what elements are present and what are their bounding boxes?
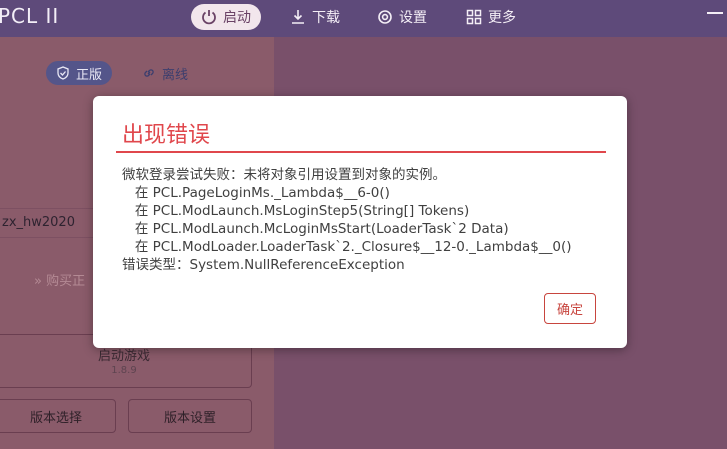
error-line: 在 PCL.ModLaunch.MsLoginStep5(String[] To…: [122, 203, 470, 219]
download-icon: [292, 10, 304, 24]
error-dialog: 出现错误 微软登录尝试失败：未将对象引用设置到对象的实例。 在 PCL.Page…: [93, 96, 627, 348]
link-icon: [144, 69, 154, 77]
nav-download-label: 下载: [312, 10, 340, 26]
error-line: 在 PCL.ModLoader.LoaderTask`2._Closure$__…: [122, 239, 572, 255]
title-bar: PCL II 启动 下载 设置 更多: [0, 0, 727, 37]
dialog-divider: [116, 151, 606, 153]
minimize-icon[interactable]: [707, 12, 723, 14]
tab-offline-label: 离线: [162, 67, 189, 83]
tab-genuine-label: 正版: [76, 67, 103, 83]
version-select-button[interactable]: 版本选择: [0, 399, 116, 433]
nav-more[interactable]: 更多: [456, 4, 526, 30]
error-line: 在 PCL.ModLaunch.McLoginMsStart(LoaderTas…: [122, 221, 509, 237]
error-line: 微软登录尝试失败：未将对象引用设置到对象的实例。: [122, 167, 446, 183]
tab-genuine[interactable]: 正版: [46, 61, 113, 85]
shield-icon: [57, 66, 69, 80]
error-line: 在 PCL.PageLoginMs._Lambda$__6-0(): [122, 185, 390, 201]
tab-offline[interactable]: 离线: [132, 61, 198, 85]
nav-launch-label: 启动: [223, 10, 251, 26]
error-line: 错误类型：System.NullReferenceException: [122, 257, 405, 273]
nav-launch[interactable]: 启动: [191, 4, 261, 30]
nav-settings-label: 设置: [399, 10, 427, 26]
power-icon: [202, 10, 216, 25]
version-settings-button[interactable]: 版本设置: [128, 399, 252, 433]
grid-icon: [466, 9, 482, 25]
app-title: PCL II: [0, 4, 60, 28]
settings-icon: [378, 10, 392, 24]
dialog-title: 出现错误: [122, 123, 211, 148]
error-message: 微软登录尝试失败：未将对象引用设置到对象的实例。 在 PCL.PageLogin…: [122, 166, 612, 274]
nav-more-label: 更多: [488, 10, 516, 26]
buy-genuine-link[interactable]: » 购买正: [34, 270, 85, 289]
ok-button[interactable]: 确定: [544, 293, 596, 324]
nav-settings[interactable]: 设置: [367, 4, 437, 30]
nav-download[interactable]: 下载: [280, 4, 350, 30]
launch-version: 1.8.9: [111, 365, 137, 376]
